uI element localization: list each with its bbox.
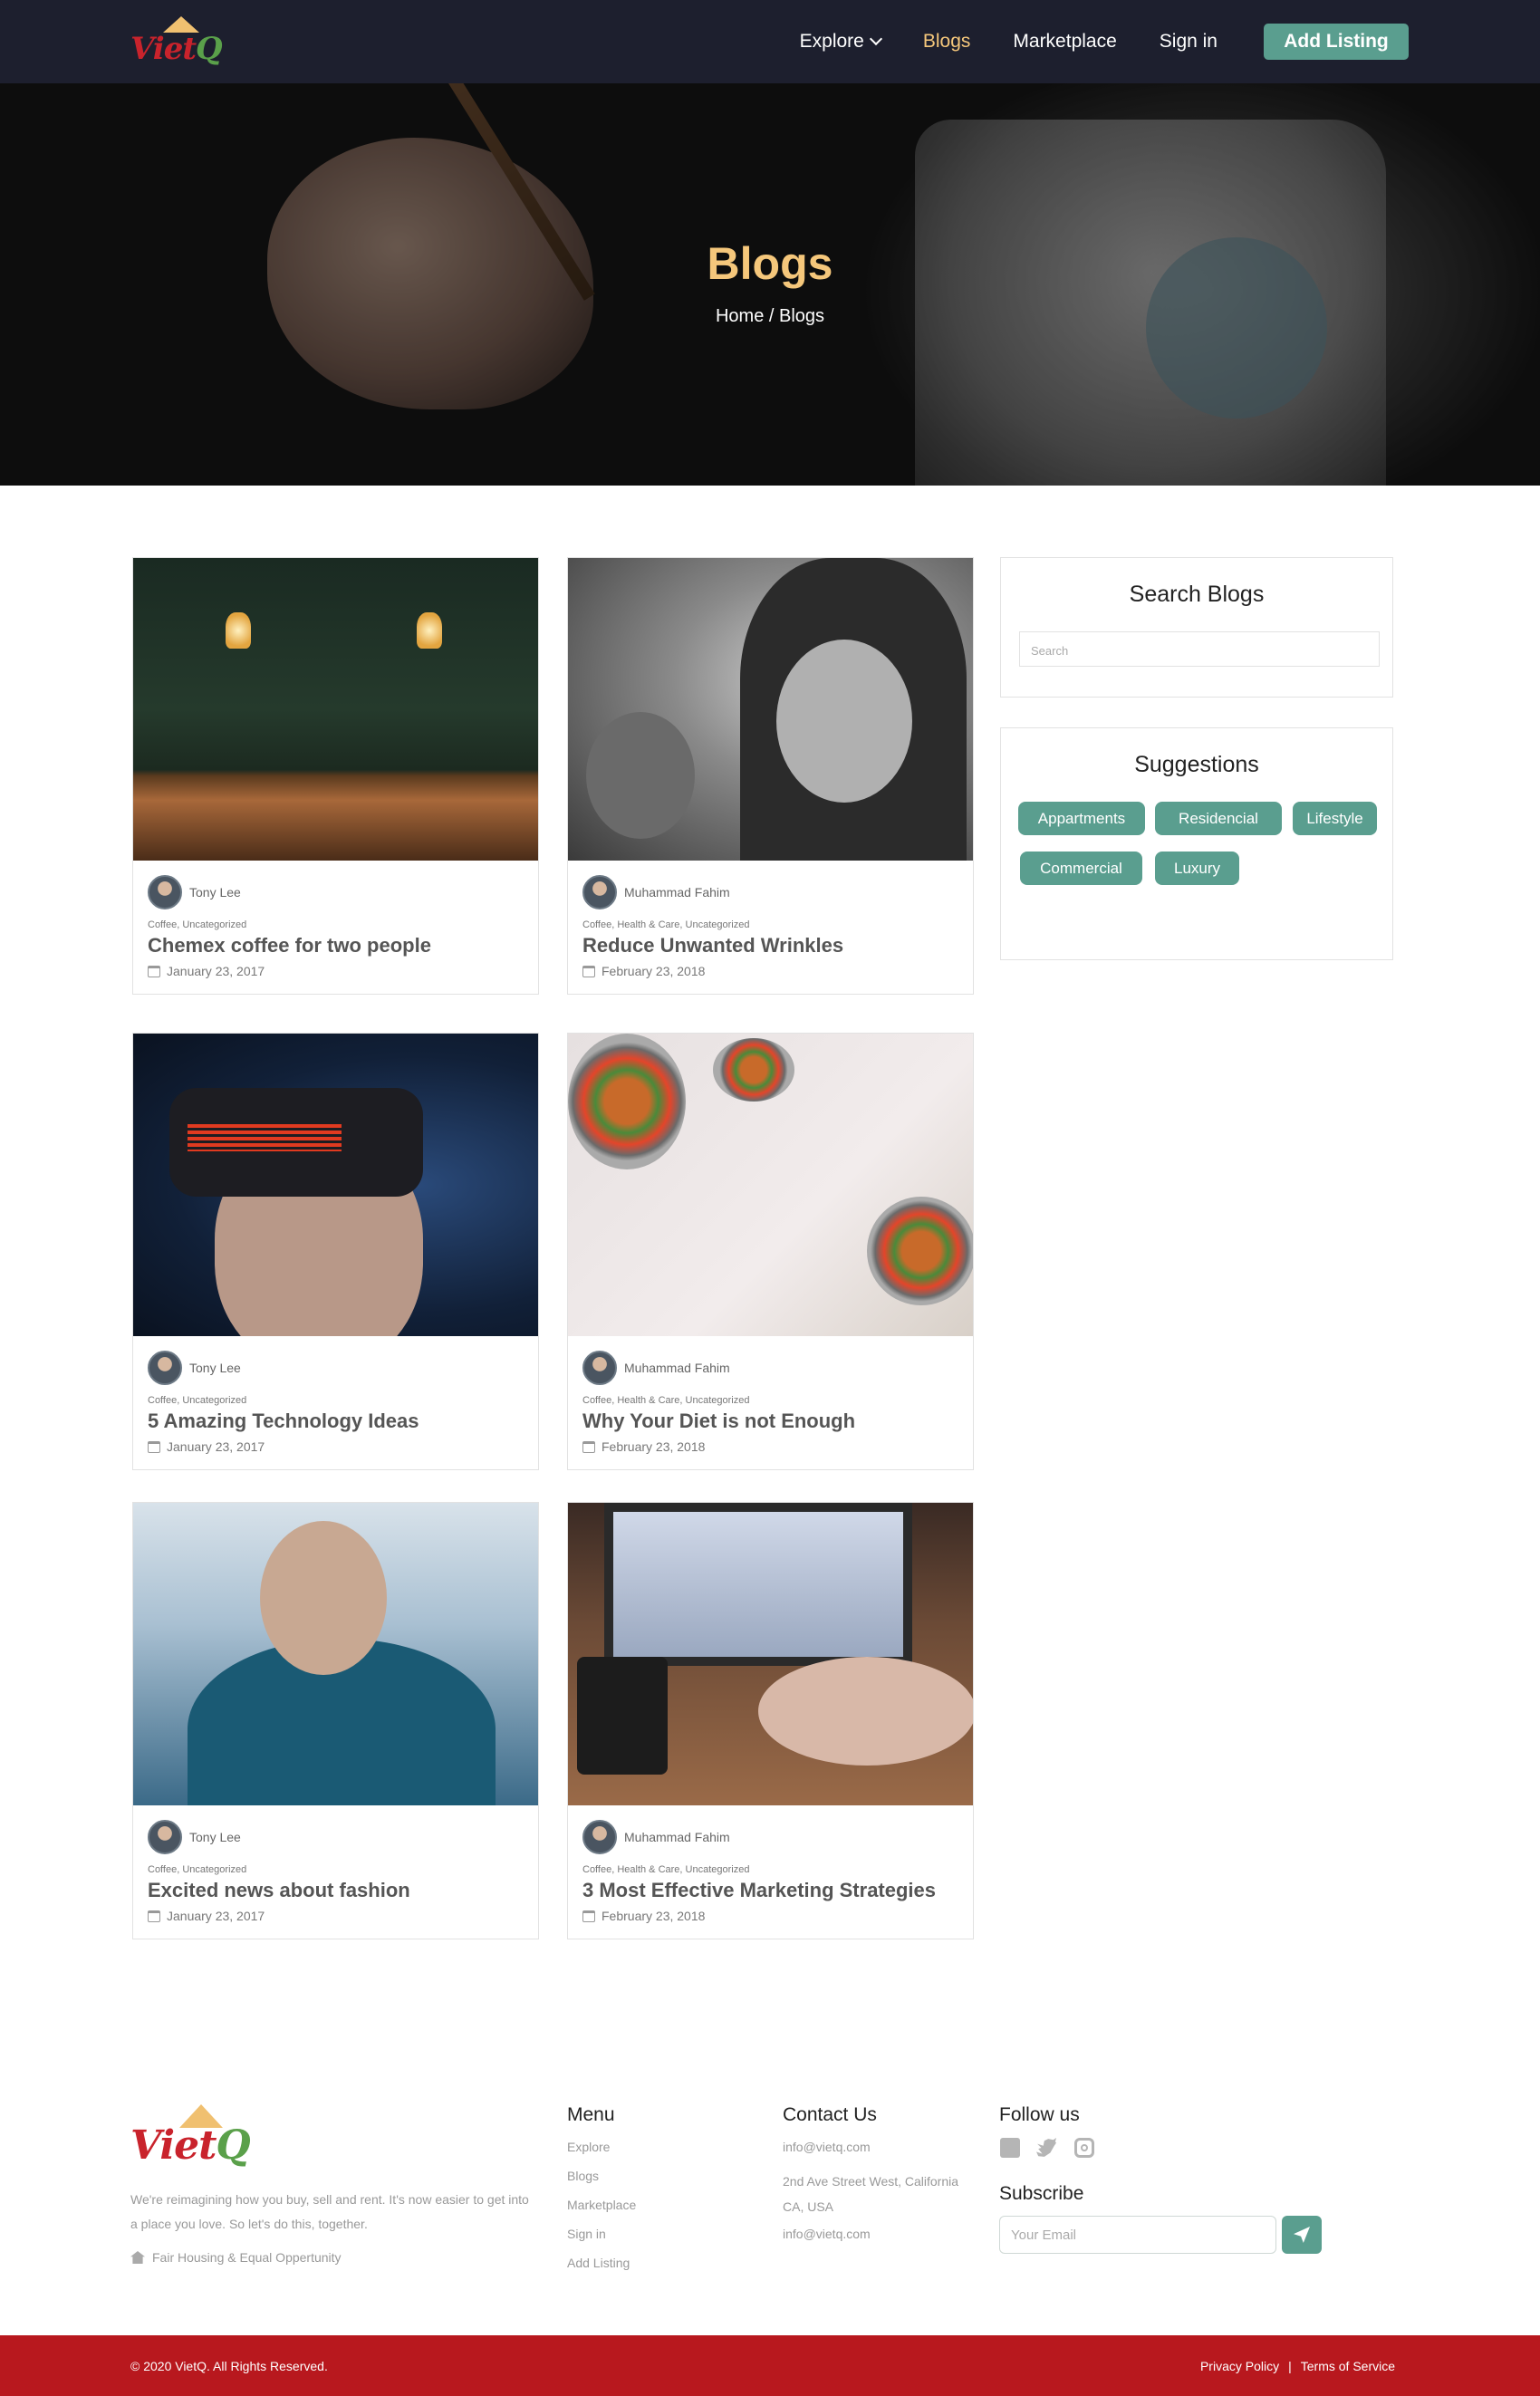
footer-link-signin[interactable]: Sign in	[567, 2227, 606, 2241]
avatar	[582, 875, 617, 909]
contact-email[interactable]: info@vietq.com	[783, 2140, 871, 2154]
blog-image[interactable]	[568, 558, 973, 861]
email-field[interactable]: Your Email	[999, 2216, 1276, 2254]
nav-marketplace[interactable]: Marketplace	[1013, 31, 1116, 53]
brand-logo[interactable]: VietQ	[130, 16, 223, 69]
footer-link-marketplace[interactable]: Marketplace	[567, 2198, 636, 2212]
footer-menu-title: Menu	[567, 2104, 615, 2125]
post-categories[interactable]: Coffee, Uncategorized	[148, 1395, 246, 1406]
send-icon	[1294, 2227, 1310, 2243]
post-date: February 23, 2018	[582, 964, 705, 978]
blog-image[interactable]	[133, 1503, 538, 1805]
post-author[interactable]: Tony Lee	[189, 1830, 241, 1844]
copyright: © 2020 VietQ. All Rights Reserved.	[130, 2359, 328, 2373]
footer-about: We're reimagining how you buy, sell and …	[130, 2192, 529, 2231]
avatar	[148, 1820, 182, 1854]
post-categories[interactable]: Coffee, Uncategorized	[148, 1864, 246, 1875]
post-date: February 23, 2018	[582, 1909, 705, 1923]
post-date: February 23, 2018	[582, 1439, 705, 1454]
blog-card[interactable]: Tony Lee Coffee, Uncategorized 5 Amazing…	[132, 1033, 539, 1470]
post-title[interactable]: 3 Most Effective Marketing Strategies	[582, 1879, 936, 1902]
post-categories[interactable]: Coffee, Health & Care, Uncategorized	[582, 919, 749, 930]
calendar-icon	[148, 1440, 160, 1453]
post-categories[interactable]: Coffee, Uncategorized	[148, 919, 246, 930]
contact-email-2[interactable]: info@vietq.com	[783, 2227, 871, 2241]
post-title[interactable]: Excited news about fashion	[148, 1879, 410, 1902]
twitter-icon[interactable]	[1036, 2138, 1056, 2157]
post-title[interactable]: 5 Amazing Technology Ideas	[148, 1410, 419, 1433]
blog-image[interactable]	[568, 1034, 973, 1336]
footer-link-blogs[interactable]: Blogs	[567, 2169, 599, 2183]
calendar-icon	[148, 965, 160, 977]
post-author[interactable]: Muhammad Fahim	[624, 885, 730, 900]
post-author[interactable]: Muhammad Fahim	[624, 1830, 730, 1844]
footer-bottom-bar: © 2020 VietQ. All Rights Reserved. Priva…	[0, 2335, 1540, 2396]
post-date: January 23, 2017	[148, 964, 265, 978]
post-title[interactable]: Why Your Diet is not Enough	[582, 1410, 855, 1433]
page-title: Blogs	[707, 238, 833, 289]
privacy-policy-link[interactable]: Privacy Policy	[1200, 2359, 1279, 2373]
blog-image[interactable]	[133, 1034, 538, 1336]
post-title[interactable]: Chemex coffee for two people	[148, 934, 431, 957]
suggestions-title: Suggestions	[1134, 752, 1259, 777]
avatar	[148, 1351, 182, 1385]
footer-follow-title: Follow us	[999, 2104, 1080, 2125]
avatar	[148, 875, 182, 909]
calendar-icon	[582, 965, 595, 977]
calendar-icon	[148, 1910, 160, 1922]
search-input[interactable]: Search	[1019, 631, 1380, 667]
blog-image[interactable]	[133, 558, 538, 861]
post-categories[interactable]: Coffee, Health & Care, Uncategorized	[582, 1864, 749, 1875]
nav-explore[interactable]: Explore	[800, 31, 882, 53]
post-title[interactable]: Reduce Unwanted Wrinkles	[582, 934, 843, 957]
nav-signin[interactable]: Sign in	[1160, 31, 1218, 53]
nav-blogs[interactable]: Blogs	[923, 31, 971, 53]
blog-card[interactable]: Tony Lee Coffee, Uncategorized Chemex co…	[132, 557, 539, 995]
blog-card[interactable]: Muhammad Fahim Coffee, Health & Care, Un…	[567, 557, 974, 995]
footer-link-add-listing[interactable]: Add Listing	[567, 2256, 630, 2270]
breadcrumb[interactable]: Home / Blogs	[0, 306, 1540, 327]
blog-image[interactable]	[568, 1503, 973, 1805]
post-categories[interactable]: Coffee, Health & Care, Uncategorized	[582, 1395, 749, 1406]
calendar-icon	[582, 1910, 595, 1922]
footer-link-explore[interactable]: Explore	[567, 2140, 610, 2154]
footer-subscribe-title: Subscribe	[999, 2183, 1084, 2204]
blog-card[interactable]: Muhammad Fahim Coffee, Health & Care, Un…	[567, 1033, 974, 1470]
top-navbar: VietQ Explore Blogs Marketplace Sign in …	[0, 0, 1540, 83]
post-author[interactable]: Muhammad Fahim	[624, 1361, 730, 1375]
facebook-icon[interactable]	[1000, 2138, 1020, 2158]
footer-logo[interactable]: VietQ	[130, 2104, 251, 2175]
home-icon	[130, 2251, 145, 2264]
add-listing-button[interactable]: Add Listing	[1264, 24, 1409, 60]
search-widget-title: Search Blogs	[1129, 582, 1265, 607]
post-author[interactable]: Tony Lee	[189, 1361, 241, 1375]
terms-of-service-link[interactable]: Terms of Service	[1301, 2359, 1395, 2373]
tag-appartments[interactable]: Appartments	[1018, 802, 1145, 835]
tag-commercial[interactable]: Commercial	[1020, 852, 1142, 885]
post-date: January 23, 2017	[148, 1909, 265, 1923]
tag-lifestyle[interactable]: Lifestyle	[1293, 802, 1377, 835]
post-date: January 23, 2017	[148, 1439, 265, 1454]
blog-card[interactable]: Muhammad Fahim Coffee, Health & Care, Un…	[567, 1502, 974, 1939]
avatar	[582, 1351, 617, 1385]
nav-menu: Explore Blogs Marketplace Sign in Add Li…	[800, 24, 1409, 60]
calendar-icon	[582, 1440, 595, 1453]
footer-contact-title: Contact Us	[783, 2104, 877, 2125]
search-widget: Search Blogs Search	[1000, 557, 1393, 698]
post-author[interactable]: Tony Lee	[189, 885, 241, 900]
fair-housing: Fair Housing & Equal Oppertunity	[130, 2250, 342, 2265]
contact-address: 2nd Ave Street West, California CA, USA	[783, 2174, 959, 2214]
subscribe-button[interactable]	[1282, 2216, 1322, 2254]
blog-card[interactable]: Tony Lee Coffee, Uncategorized Excited n…	[132, 1502, 539, 1939]
instagram-icon[interactable]	[1074, 2138, 1094, 2158]
tag-luxury[interactable]: Luxury	[1155, 852, 1239, 885]
suggestions-widget: Suggestions Appartments Residencial Life…	[1000, 727, 1393, 960]
chevron-down-icon	[869, 32, 882, 46]
avatar	[582, 1820, 617, 1854]
tag-residencial[interactable]: Residencial	[1155, 802, 1282, 835]
